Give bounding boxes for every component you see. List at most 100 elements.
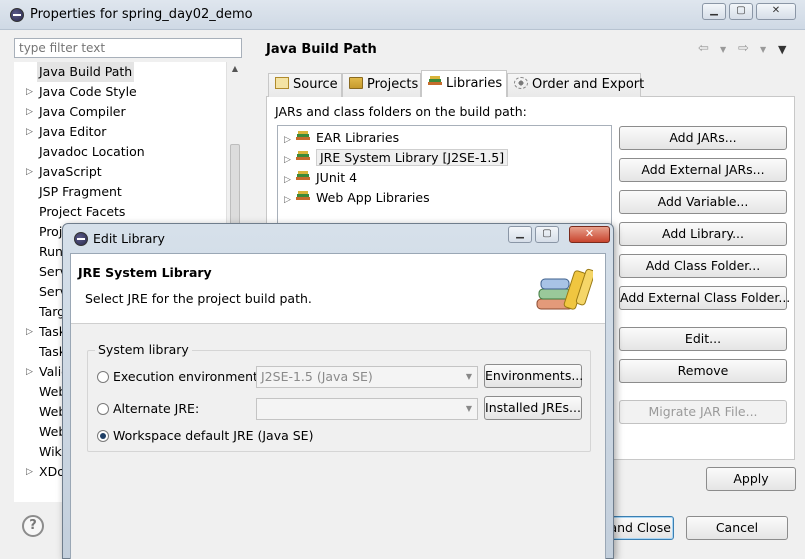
add-library-button[interactable]: Add Library... bbox=[619, 222, 787, 246]
expand-arrow-icon[interactable]: ▷ bbox=[26, 462, 33, 482]
dialog-close-button[interactable]: ✕ bbox=[569, 226, 610, 243]
library-icon bbox=[296, 171, 312, 183]
tree-item-label: Java Code Style bbox=[39, 84, 137, 99]
dropdown-caret-icon: ▼ bbox=[465, 372, 472, 381]
radio-button[interactable] bbox=[97, 371, 109, 383]
dialog-banner: JRE System Library Select JRE for the pr… bbox=[71, 254, 605, 324]
tab-label: Order and Export bbox=[532, 77, 645, 92]
radio-button[interactable] bbox=[97, 403, 109, 415]
maximize-icon: ▢ bbox=[542, 228, 552, 239]
help-icon[interactable]: ? bbox=[22, 515, 44, 537]
tree-item-label: Java Compiler bbox=[39, 104, 126, 119]
dialog-body: JRE System Library Select JRE for the pr… bbox=[70, 253, 606, 559]
tab-label: Projects bbox=[367, 77, 419, 92]
option-label: Alternate JRE: bbox=[113, 401, 200, 416]
minimize-button[interactable]: ▁ bbox=[702, 3, 726, 20]
maximize-icon: ▢ bbox=[736, 5, 746, 16]
alternate-jre-option[interactable]: Alternate JRE: bbox=[97, 400, 199, 418]
expand-arrow-icon[interactable]: ▷ bbox=[26, 82, 33, 102]
execution-environment-option[interactable]: Execution environment: bbox=[97, 368, 262, 386]
add-external-class-folder-button[interactable]: Add External Class Folder... bbox=[619, 286, 790, 310]
apply-button[interactable]: Apply bbox=[706, 467, 796, 491]
edit-button[interactable]: Edit... bbox=[619, 327, 787, 351]
libraries-icon bbox=[428, 76, 442, 88]
library-item[interactable]: ▷ Web App Libraries bbox=[284, 188, 430, 208]
tab-projects[interactable]: Projects bbox=[342, 73, 421, 97]
library-label: JUnit 4 bbox=[316, 170, 358, 185]
source-folder-icon bbox=[275, 77, 289, 89]
close-icon: ✕ bbox=[584, 227, 595, 240]
library-item[interactable]: ▷ JRE System Library [J2SE-1.5] bbox=[284, 148, 509, 170]
expand-arrow-icon[interactable]: ▷ bbox=[26, 362, 33, 382]
add-class-folder-button[interactable]: Add Class Folder... bbox=[619, 254, 787, 278]
projects-icon bbox=[349, 77, 363, 89]
expand-arrow-icon[interactable]: ▷ bbox=[284, 130, 296, 150]
tree-item-label: JavaScript bbox=[39, 164, 102, 179]
expand-arrow-icon[interactable]: ▷ bbox=[26, 102, 33, 122]
page-title: Java Build Path bbox=[266, 42, 377, 57]
cancel-button[interactable]: Cancel bbox=[686, 516, 788, 540]
expand-arrow-icon[interactable]: ▷ bbox=[26, 162, 33, 182]
edit-library-dialog: Edit Library ▁ ▢ ✕ JRE System Library Se… bbox=[62, 223, 614, 559]
tree-item-label: XDo bbox=[39, 464, 65, 479]
library-books-icon bbox=[536, 268, 593, 310]
execution-environment-combo[interactable]: J2SE-1.5 (Java SE) ▼ bbox=[256, 366, 478, 388]
dropdown-caret-icon: ▼ bbox=[465, 404, 472, 413]
library-item[interactable]: ▷ EAR Libraries bbox=[284, 128, 399, 148]
forward-arrow-icon[interactable]: ⇨ bbox=[738, 41, 749, 56]
library-item[interactable]: ▷ JUnit 4 bbox=[284, 168, 357, 188]
libraries-caption: JARs and class folders on the build path… bbox=[275, 104, 527, 119]
library-label: Web App Libraries bbox=[316, 190, 430, 205]
scroll-up-arrow-icon[interactable]: ▲ bbox=[227, 64, 243, 78]
expand-arrow-icon[interactable]: ▷ bbox=[26, 322, 33, 342]
tree-item-label: Java Build Path bbox=[37, 62, 135, 82]
window-title: Properties for spring_day02_demo bbox=[30, 7, 253, 22]
banner-title: JRE System Library bbox=[78, 265, 212, 280]
workspace-default-jre-option[interactable]: Workspace default JRE (Java SE) bbox=[97, 427, 313, 445]
add-variable-button[interactable]: Add Variable... bbox=[619, 190, 787, 214]
filter-input[interactable] bbox=[14, 38, 242, 58]
group-label: System library bbox=[95, 342, 192, 357]
expand-arrow-icon[interactable]: ▷ bbox=[26, 122, 33, 142]
add-external-jars-button[interactable]: Add External JARs... bbox=[619, 158, 787, 182]
tab-source[interactable]: Source bbox=[268, 73, 342, 97]
environments-button[interactable]: Environments... bbox=[484, 364, 583, 388]
library-label: JRE System Library [J2SE-1.5] bbox=[316, 149, 509, 166]
library-icon bbox=[296, 151, 312, 163]
tree-item-label: Project Facets bbox=[39, 204, 126, 219]
library-icon bbox=[296, 131, 312, 143]
back-dropdown-icon[interactable]: ▼ bbox=[720, 45, 726, 54]
tab-order-export[interactable]: Order and Export bbox=[507, 73, 645, 97]
window-titlebar: Properties for spring_day02_demo ▁ ▢ ✕ bbox=[0, 0, 805, 30]
tab-label: Source bbox=[293, 77, 338, 92]
eclipse-app-icon bbox=[10, 8, 24, 22]
dialog-minimize-button[interactable]: ▁ bbox=[508, 226, 532, 243]
forward-dropdown-icon[interactable]: ▼ bbox=[760, 45, 766, 54]
tree-item-label: Javadoc Location bbox=[39, 144, 145, 159]
dialog-maximize-button[interactable]: ▢ bbox=[535, 226, 559, 243]
view-menu-icon[interactable]: ▼ bbox=[778, 43, 786, 56]
migrate-jar-button[interactable]: Migrate JAR File... bbox=[619, 400, 787, 424]
maximize-button[interactable]: ▢ bbox=[729, 3, 753, 20]
alternate-jre-combo[interactable]: ▼ bbox=[256, 398, 478, 420]
installed-jres-button[interactable]: Installed JREs... bbox=[484, 396, 582, 420]
combo-value: J2SE-1.5 (Java SE) bbox=[261, 369, 373, 384]
expand-arrow-icon[interactable]: ▷ bbox=[284, 150, 296, 170]
expand-arrow-icon[interactable]: ▷ bbox=[284, 190, 296, 210]
back-arrow-icon[interactable]: ⇦ bbox=[698, 41, 709, 56]
tree-item-label: JSP Fragment bbox=[39, 184, 122, 199]
add-jars-button[interactable]: Add JARs... bbox=[619, 126, 787, 150]
eclipse-app-icon bbox=[74, 232, 88, 246]
minimize-icon: ▁ bbox=[516, 228, 524, 239]
libraries-tree[interactable]: ▷ EAR Libraries ▷ JRE System Library [J2SE… bbox=[277, 125, 612, 235]
library-label: EAR Libraries bbox=[316, 130, 400, 145]
window-close-button[interactable]: ✕ bbox=[756, 3, 796, 20]
expand-arrow-icon[interactable]: ▷ bbox=[284, 170, 296, 190]
option-label: Execution environment: bbox=[113, 369, 263, 384]
remove-button[interactable]: Remove bbox=[619, 359, 787, 383]
tab-libraries[interactable]: Libraries bbox=[421, 70, 507, 97]
dialog-title: Edit Library bbox=[93, 231, 165, 246]
radio-button-selected[interactable] bbox=[97, 430, 109, 442]
minimize-icon: ▁ bbox=[710, 5, 718, 16]
tab-label: Libraries bbox=[446, 76, 503, 91]
